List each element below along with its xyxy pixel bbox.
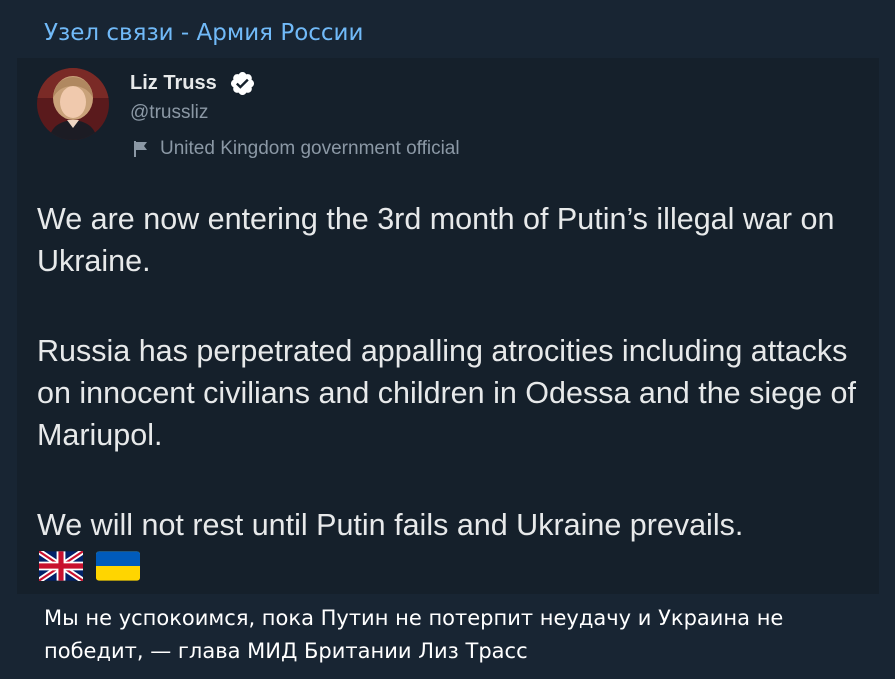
government-official-label: United Kingdom government official xyxy=(160,138,460,159)
author-avatar[interactable] xyxy=(37,68,109,140)
channel-post: Узел связи - Армия России Liz Truss @tru… xyxy=(0,0,895,679)
channel-name[interactable]: Узел связи - Армия России xyxy=(44,16,363,50)
author-handle[interactable]: @trussliz xyxy=(130,101,208,125)
ukraine-flag-icon xyxy=(96,551,140,581)
tweet-paragraph: We are now entering the 3rd month of Put… xyxy=(37,202,835,278)
government-flag-icon xyxy=(134,141,147,157)
tweet-paragraph: We will not rest until Putin fails and U… xyxy=(37,508,744,542)
uk-flag-icon xyxy=(39,551,83,581)
verified-badge-icon xyxy=(230,71,255,96)
author-name[interactable]: Liz Truss xyxy=(130,70,217,96)
tweet-paragraph: Russia has perpetrated appalling atrocit… xyxy=(37,334,856,452)
post-caption: Мы не успокоимся, пока Путин не потерпит… xyxy=(44,606,784,663)
tweet-card[interactable]: Liz Truss @trussliz United Kingdom gover… xyxy=(17,58,879,594)
